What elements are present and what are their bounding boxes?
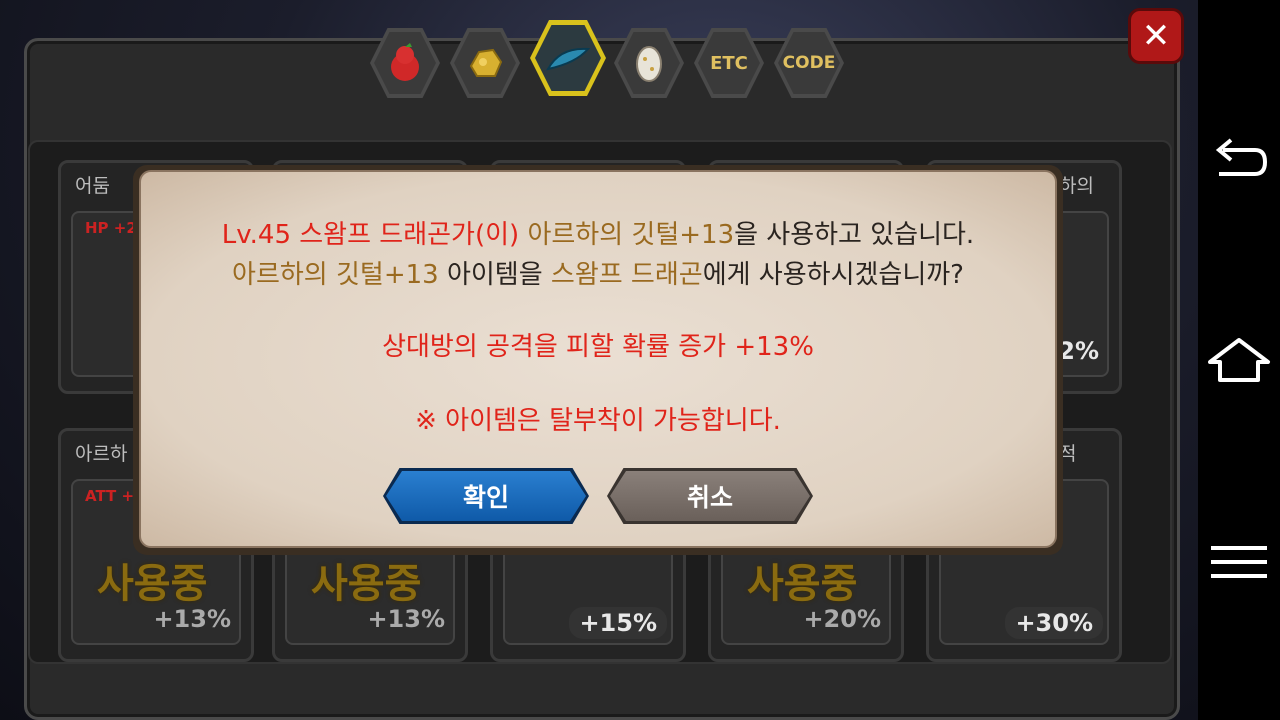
effect-text: 상대방의 공격을 피할 확률 증가 +13% — [382, 332, 814, 362]
message-text: 에게 사용하시겠습니까? — [702, 260, 964, 290]
card-stat: ATT + — [85, 487, 135, 505]
category-tabs: ETC CODE — [370, 12, 850, 98]
message-line-1: Lv.45 스왐프 드래곤가(이) 아르하의 깃털+13을 사용하고 있습니다. — [141, 214, 1055, 251]
fruit-icon — [391, 43, 419, 81]
message-line-2: 아르하의 깃털+13 아이템을 스왐프 드래곤에게 사용하시겠습니까? — [141, 254, 1055, 291]
tab-fruit[interactable] — [370, 28, 440, 98]
in-use-label: 사용중 — [311, 561, 422, 607]
back-icon — [1215, 138, 1268, 176]
menu-button[interactable] — [1198, 544, 1280, 580]
item-name: 아르하의 깃털+13 — [232, 260, 439, 290]
close-button[interactable]: ✕ — [1128, 8, 1184, 64]
gold-ore-icon — [469, 48, 503, 77]
in-use-label: 사용중 — [747, 561, 858, 607]
tab-egg[interactable] — [614, 28, 684, 98]
message-text: 을 사용하고 있습니다. — [734, 220, 975, 250]
egg-icon — [636, 46, 662, 82]
item-name: 아르하의 깃털+13 — [527, 220, 735, 250]
target-character: 스왐프 드래곤 — [550, 260, 703, 290]
home-icon — [1208, 338, 1270, 382]
card-title: 어둠 — [75, 175, 110, 197]
tab-etc[interactable]: ETC — [694, 28, 764, 98]
card-percent: +13% — [367, 605, 445, 633]
tab-gold-ore[interactable] — [450, 28, 520, 98]
feather-icon — [546, 47, 590, 71]
back-button[interactable] — [1198, 136, 1280, 184]
system-nav-bar — [1198, 0, 1280, 720]
card-stat: HP +2 — [85, 219, 137, 237]
card-percent: +13% — [153, 605, 231, 633]
card-title: 하의 — [1059, 175, 1094, 197]
card-percent: +30% — [1005, 607, 1103, 639]
in-use-label: 사용중 — [97, 561, 208, 607]
menu-icon — [1211, 546, 1267, 578]
note-text: ※ 아이템은 탈부착이 가능합니다. — [415, 406, 781, 436]
cancel-button[interactable]: 취소 — [607, 468, 813, 524]
game-screen: 어둠 HP +2 하의 12% 아르하 ATT + 사용중 +13% 사용중 +… — [0, 0, 1198, 720]
message-text: 아이템을 — [446, 260, 543, 290]
card-percent: +20% — [803, 605, 881, 633]
close-icon: ✕ — [1141, 16, 1171, 56]
tab-code[interactable]: CODE — [774, 28, 844, 98]
confirm-dialog: Lv.45 스왐프 드래곤가(이) 아르하의 깃털+13을 사용하고 있습니다.… — [139, 170, 1057, 548]
tab-feather[interactable] — [530, 20, 606, 96]
card-title: 아르하 — [75, 443, 128, 465]
confirm-button[interactable]: 확인 — [383, 468, 589, 524]
equipped-character: Lv.45 스왐프 드래곤가(이) — [221, 220, 520, 250]
cancel-label: 취소 — [686, 483, 733, 512]
confirm-label: 확인 — [462, 483, 509, 512]
card-percent: +15% — [569, 607, 667, 639]
home-button[interactable] — [1198, 336, 1280, 384]
